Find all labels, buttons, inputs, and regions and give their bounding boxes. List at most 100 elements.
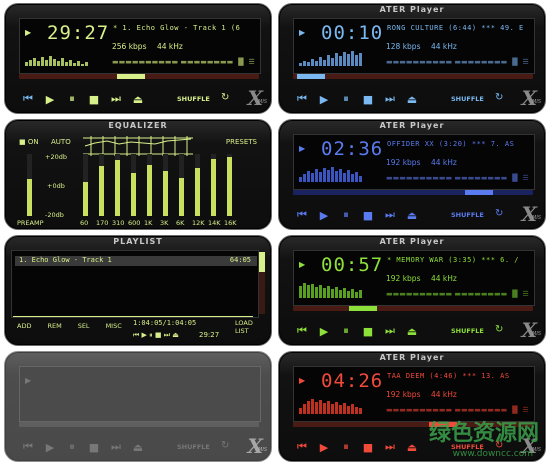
preamp-slider[interactable] xyxy=(27,154,32,216)
previous-icon[interactable]: ⏮ xyxy=(17,92,39,106)
seek-bar[interactable] xyxy=(293,306,533,311)
play-icon[interactable]: ▶ xyxy=(313,441,335,454)
stop-icon[interactable]: ■ xyxy=(357,325,379,338)
pause-icon[interactable]: ⏸ xyxy=(335,324,357,338)
shuffle-button[interactable]: SHUFFLE xyxy=(451,211,484,219)
misc-button[interactable]: MISC xyxy=(106,322,122,330)
eject-icon[interactable]: ⏏ xyxy=(127,93,149,106)
previous-icon[interactable]: ⏮ xyxy=(291,440,313,454)
next-icon[interactable]: ⏭ xyxy=(379,440,401,454)
eq-presets-button[interactable]: PRESETS xyxy=(226,138,257,146)
eq-band-slider[interactable] xyxy=(195,154,200,216)
eject-icon[interactable]: ⏏ xyxy=(401,209,423,222)
eject-icon[interactable]: ⏏ xyxy=(127,441,149,454)
preamp-fill xyxy=(27,179,32,216)
eq-on-toggle[interactable]: ■ ON xyxy=(19,138,39,146)
next-icon[interactable]: ⏭ xyxy=(379,208,401,222)
playlist-mini-controls[interactable]: ⏮ ▶ ⏸ ■ ⏭ ⏏ xyxy=(133,331,179,340)
stop-icon[interactable]: ■ xyxy=(83,93,105,106)
watermark-url: www.downcc.com xyxy=(452,449,533,459)
pause-icon[interactable]: ⏸ xyxy=(61,92,83,106)
shuffle-button[interactable]: SHUFFLE xyxy=(177,95,210,103)
playlist-scroll-thumb[interactable] xyxy=(259,252,265,272)
next-icon[interactable]: ⏭ xyxy=(379,324,401,338)
repeat-icon[interactable]: ↻ xyxy=(495,208,503,219)
previous-icon[interactable]: ⏮ xyxy=(291,324,313,338)
play-icon[interactable]: ▶ xyxy=(39,441,61,454)
eq-band-slider[interactable] xyxy=(163,154,168,216)
pause-icon[interactable]: ⏸ xyxy=(335,208,357,222)
shuffle-button[interactable]: SHUFFLE xyxy=(451,95,484,103)
time-display[interactable]: 00:10 xyxy=(321,22,383,44)
eq-band-label: 310 xyxy=(112,219,125,227)
eject-icon[interactable]: ⏏ xyxy=(401,93,423,106)
repeat-icon[interactable]: ↻ xyxy=(221,440,229,451)
play-icon[interactable]: ▶ xyxy=(313,325,335,338)
seek-thumb[interactable] xyxy=(297,74,325,79)
spectrum-visualizer xyxy=(25,50,88,66)
repeat-icon[interactable]: ↻ xyxy=(495,92,503,103)
select-button[interactable]: SEL xyxy=(78,322,90,330)
logo: X xyxy=(521,202,537,226)
player-window-6: ATER Player ▶ 04:26 TAA DEEM (4:46) *** … xyxy=(278,351,546,462)
balance-indicator-icon: ▬▬▬▬▬▬▬▬▬▬ ▬▬▬▬▬▬▬▬ ▐▌ ☰ xyxy=(386,58,529,66)
seek-bar[interactable] xyxy=(293,190,533,195)
eq-auto-toggle[interactable]: AUTO xyxy=(51,138,71,146)
db-mid-label: +0db xyxy=(47,182,65,190)
seek-bar[interactable] xyxy=(19,422,259,427)
spectrum-visualizer xyxy=(299,166,362,182)
logo-sub: MIS xyxy=(258,99,267,105)
seek-thumb[interactable] xyxy=(349,306,377,311)
eq-band-slider[interactable] xyxy=(131,154,136,216)
playlist-item[interactable]: 1. Echo Glow - Track 1 64:05 xyxy=(15,256,257,266)
time-display[interactable]: 00:57 xyxy=(321,254,383,276)
load-list-button[interactable]: LOAD LIST xyxy=(235,319,253,335)
play-icon[interactable]: ▶ xyxy=(39,93,61,106)
eq-band-slider[interactable] xyxy=(211,154,216,216)
pause-icon[interactable]: ⏸ xyxy=(335,92,357,106)
balance-indicator-icon: ▬▬▬▬▬▬▬▬▬▬ ▬▬▬▬▬▬▬▬ ▐▌ ☰ xyxy=(386,406,529,414)
play-indicator-icon: ▶ xyxy=(299,144,306,153)
seek-thumb[interactable] xyxy=(117,74,145,79)
next-icon[interactable]: ⏭ xyxy=(105,92,127,106)
stop-icon[interactable]: ■ xyxy=(357,93,379,106)
eq-band-fill xyxy=(83,182,88,216)
previous-icon[interactable]: ⏮ xyxy=(291,92,313,106)
play-icon[interactable]: ▶ xyxy=(313,93,335,106)
eq-band-slider[interactable] xyxy=(115,154,120,216)
previous-icon[interactable]: ⏮ xyxy=(291,208,313,222)
seek-thumb[interactable] xyxy=(465,190,493,195)
previous-icon[interactable]: ⏮ xyxy=(17,440,39,454)
eq-band-slider[interactable] xyxy=(99,154,104,216)
play-indicator-icon: ▶ xyxy=(25,376,32,385)
shuffle-button[interactable]: SHUFFLE xyxy=(177,443,210,451)
eq-band-slider[interactable] xyxy=(227,154,232,216)
shuffle-button[interactable]: SHUFFLE xyxy=(451,327,484,335)
next-icon[interactable]: ⏭ xyxy=(105,440,127,454)
add-button[interactable]: ADD xyxy=(17,322,31,330)
play-indicator-icon: ▶ xyxy=(299,260,306,269)
play-icon[interactable]: ▶ xyxy=(313,209,335,222)
eq-band-slider[interactable] xyxy=(147,154,152,216)
repeat-icon[interactable]: ↻ xyxy=(221,92,229,103)
eject-icon[interactable]: ⏏ xyxy=(401,441,423,454)
pause-icon[interactable]: ⏸ xyxy=(61,440,83,454)
stop-icon[interactable]: ■ xyxy=(83,441,105,454)
next-icon[interactable]: ⏭ xyxy=(379,92,401,106)
eq-band-slider[interactable] xyxy=(179,154,184,216)
remove-button[interactable]: REM xyxy=(47,322,61,330)
spectrum-visualizer xyxy=(299,50,362,66)
pause-icon[interactable]: ⏸ xyxy=(335,440,357,454)
eq-band-label: 170 xyxy=(96,219,109,227)
stop-icon[interactable]: ■ xyxy=(357,209,379,222)
eject-icon[interactable]: ⏏ xyxy=(401,325,423,338)
eq-band-slider[interactable] xyxy=(83,154,88,216)
playlist-scrollbar[interactable] xyxy=(259,252,265,314)
stop-icon[interactable]: ■ xyxy=(357,441,379,454)
time-display[interactable]: 04:26 xyxy=(321,370,383,392)
time-display[interactable]: 29:27 xyxy=(47,22,109,44)
repeat-icon[interactable]: ↻ xyxy=(495,324,503,335)
seek-bar[interactable] xyxy=(293,74,533,79)
bitrate: 192 kbps xyxy=(386,390,421,399)
time-display[interactable]: 02:36 xyxy=(321,138,383,160)
